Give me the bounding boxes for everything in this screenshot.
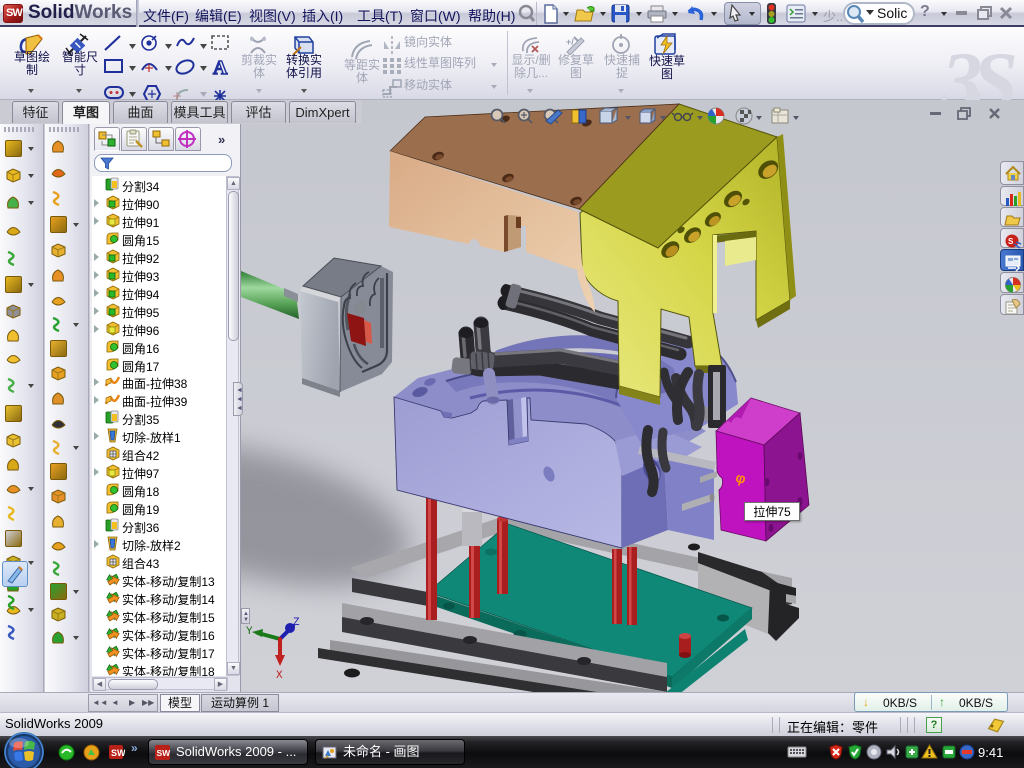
svg-text:X: X (276, 670, 283, 682)
svg-text:Y: Y (246, 626, 253, 638)
svg-text:A: A (213, 57, 228, 79)
svg-text:+/: +/ (566, 37, 574, 47)
svg-text:S: S (1008, 237, 1014, 246)
svg-text:Z: Z (293, 617, 300, 629)
svg-text:SW: SW (111, 748, 125, 758)
svg-text:SW: SW (157, 748, 172, 758)
